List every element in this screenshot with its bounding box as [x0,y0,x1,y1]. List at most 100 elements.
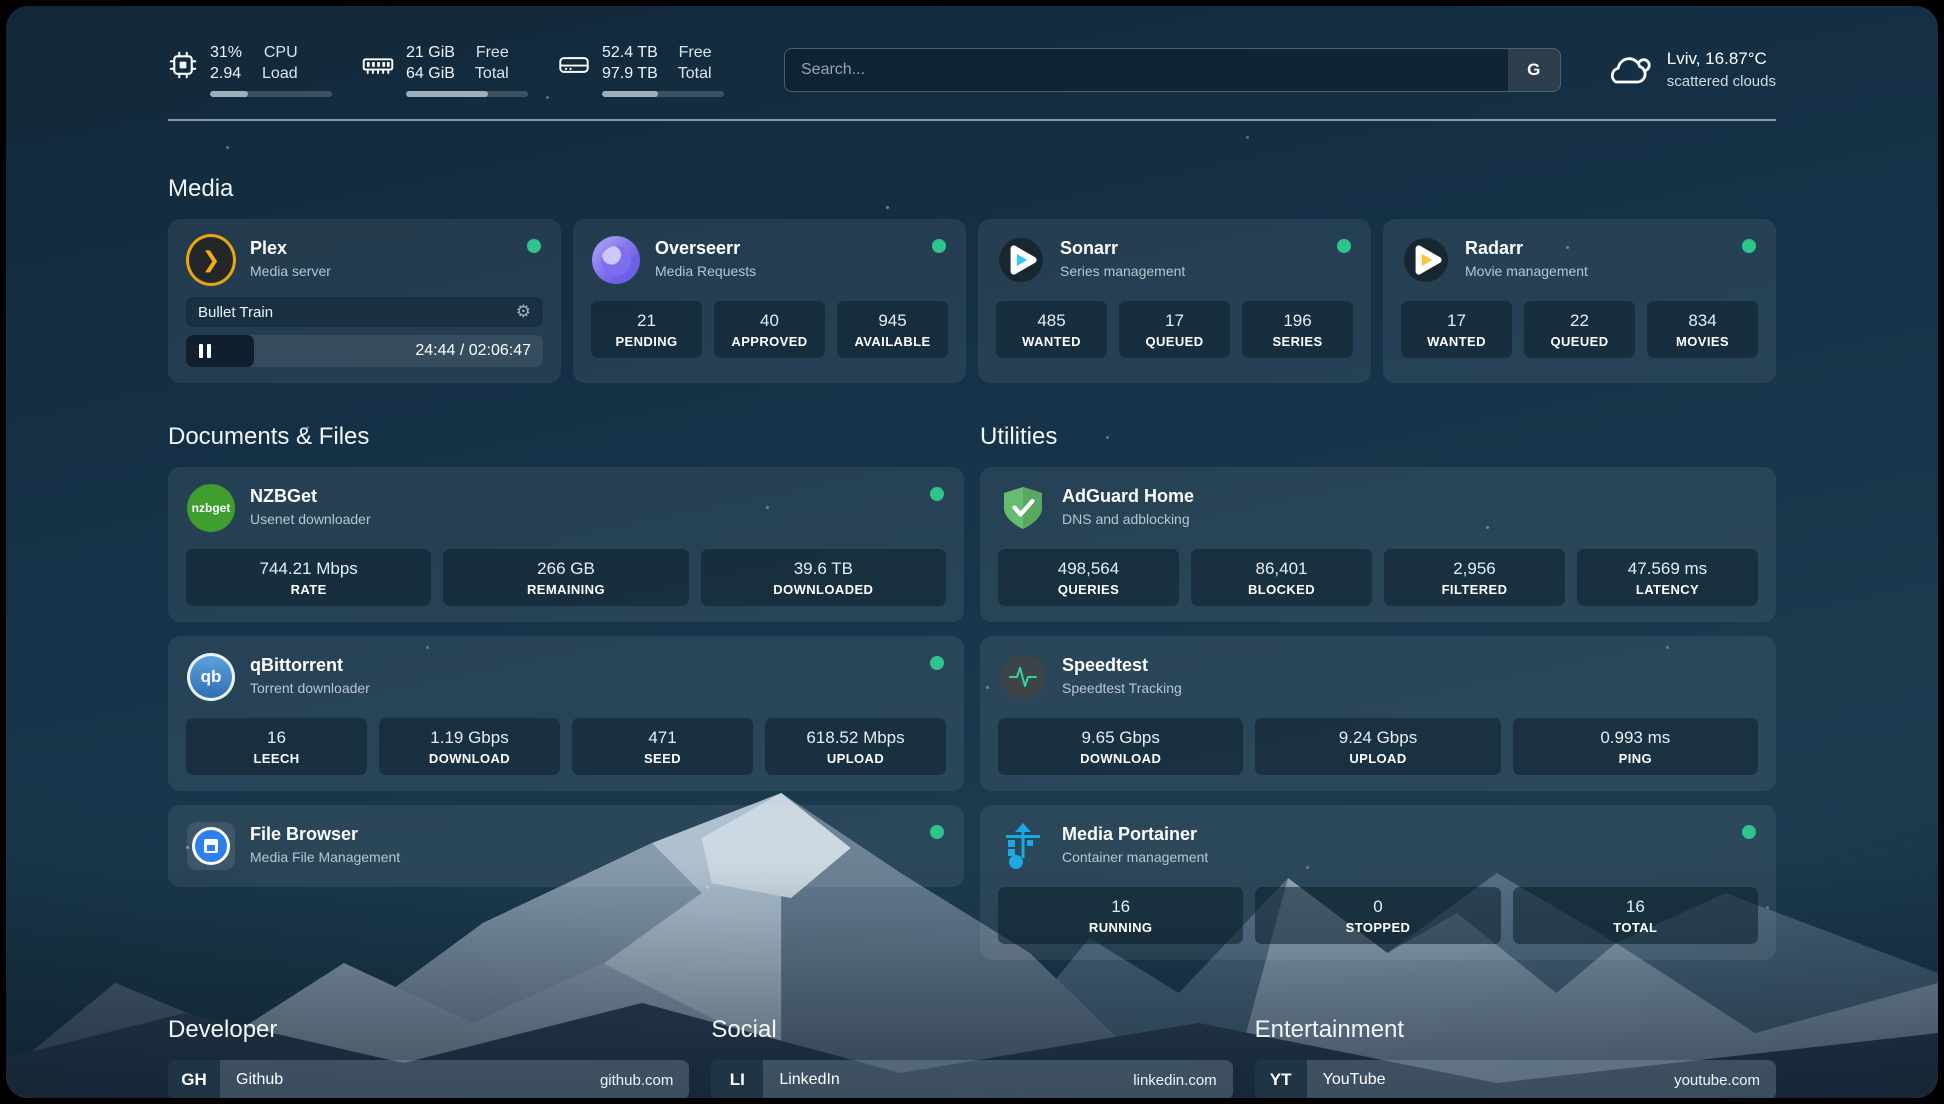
stat-upload: 618.52 Mbps UPLOAD [765,718,946,775]
bookmark-linkedin[interactable]: LI LinkedIn linkedin.com [711,1060,1232,1098]
playback-time: 24:44 / 02:06:47 [415,342,531,360]
bookmark-name: YouTube [1307,1071,1674,1089]
stat-queries: 498,564 QUERIES [998,549,1179,606]
card-sonarr[interactable]: Sonarr Series management 485 WANTED 17 Q… [978,219,1371,383]
card-portainer[interactable]: Media Portainer Container management 16 … [980,805,1776,960]
disk-free-label: Free [678,42,712,63]
search-input[interactable] [785,49,1508,91]
card-overseerr[interactable]: Overseerr Media Requests 21 PENDING 40 A… [573,219,966,383]
status-online-dot [1337,239,1351,253]
playback-progress-bar[interactable]: 24:44 / 02:06:47 [186,335,543,367]
search-engine-button[interactable]: G [1508,49,1560,91]
top-bar: 31% 2.94 CPU Load [168,42,1776,97]
service-desc: Usenet downloader [250,509,371,530]
card-nzbget[interactable]: nzbget NZBGet Usenet downloader 744.21 M… [168,467,964,622]
service-desc: Series management [1060,261,1185,282]
service-desc: Speedtest Tracking [1062,678,1182,699]
section-title-social: Social [711,1016,1232,1044]
portainer-icon [998,821,1048,871]
stat-rate: 744.21 Mbps RATE [186,549,431,606]
cpu-chip-icon [168,50,198,80]
stat-series: 196 SERIES [1242,301,1353,358]
bookmark-url: youtube.com [1674,1072,1776,1089]
search-bar[interactable]: G [784,48,1561,92]
service-desc: Container management [1062,847,1208,868]
bookmark-youtube[interactable]: YT YouTube youtube.com [1255,1060,1776,1098]
section-title-entertainment: Entertainment [1255,1016,1776,1044]
sonarr-icon [996,235,1046,285]
service-name: qBittorrent [250,655,370,676]
service-desc: Movie management [1465,261,1588,282]
status-online-dot [930,656,944,670]
disk-progress-bar [602,91,724,97]
status-online-dot [930,825,944,839]
nzbget-icon: nzbget [186,483,236,533]
stat-download: 1.19 Gbps DOWNLOAD [379,718,560,775]
bookmark-group-social: Social LI LinkedIn linkedin.com TW Twitt… [711,1016,1232,1098]
stat-filtered: 2,956 FILTERED [1384,549,1565,606]
card-radarr[interactable]: Radarr Movie management 17 WANTED 22 QUE… [1383,219,1776,383]
memory-total-label: Total [475,63,509,84]
status-online-dot [930,487,944,501]
settings-gear-icon[interactable]: ⚙ [516,302,531,322]
cpu-progress-bar [210,91,332,97]
service-name: Speedtest [1062,655,1182,676]
section-title-utilities: Utilities [980,423,1776,451]
stat-seed: 471 SEED [572,718,753,775]
stat-available: 945 AVAILABLE [837,301,948,358]
service-name: File Browser [250,824,400,845]
stat-leech: 16 LEECH [186,718,367,775]
status-online-dot [527,239,541,253]
stat-movies: 834 MOVIES [1647,301,1758,358]
card-adguard[interactable]: AdGuard Home DNS and adblocking 498,564 … [980,467,1776,622]
service-desc: DNS and adblocking [1062,509,1194,530]
bookmark-github[interactable]: GH Github github.com [168,1060,689,1098]
service-name: Overseerr [655,238,756,259]
now-playing-title: Bullet Train [198,304,273,321]
bookmark-abbr: GH [168,1060,220,1098]
stat-upload: 9.24 Gbps UPLOAD [1255,718,1500,775]
stat-approved: 40 APPROVED [714,301,825,358]
service-desc: Torrent downloader [250,678,370,699]
section-title-documents: Documents & Files [168,423,964,451]
weather-location: Lviv, 16.87°C [1667,47,1776,70]
bookmark-abbr: YT [1255,1060,1307,1098]
stat-downloaded: 39.6 TB DOWNLOADED [701,549,946,606]
status-online-dot [932,239,946,253]
stat-total: 16 TOTAL [1513,887,1758,944]
service-desc: Media server [250,261,331,282]
bookmark-name: Github [220,1071,600,1089]
card-speedtest[interactable]: Speedtest Speedtest Tracking 9.65 Gbps D… [980,636,1776,791]
card-qbittorrent[interactable]: qb qBittorrent Torrent downloader 16 [168,636,964,791]
pause-icon[interactable] [199,344,211,358]
stat-queued: 22 QUEUED [1524,301,1635,358]
stat-download: 9.65 Gbps DOWNLOAD [998,718,1243,775]
card-filebrowser[interactable]: File Browser Media File Management [168,805,964,887]
disk-total-value: 97.9 TB [602,63,658,84]
service-name: NZBGet [250,486,371,507]
speedtest-icon [998,652,1048,702]
adguard-icon [998,483,1048,533]
section-title-media: Media [168,175,1776,203]
bookmark-group-developer: Developer GH Github github.com SO StackO… [168,1016,689,1098]
disk-widget: 52.4 TB 97.9 TB Free Total [558,42,724,97]
card-plex[interactable]: ❯ Plex Media server Bullet Train ⚙ [168,219,561,383]
stat-running: 16 RUNNING [998,887,1243,944]
service-name: Radarr [1465,238,1588,259]
radarr-icon [1401,235,1451,285]
topbar-divider [168,119,1776,121]
ram-icon [362,50,394,80]
cpu-usage-value: 31% [210,42,242,63]
bookmark-group-entertainment: Entertainment YT YouTube youtube.com NF … [1255,1016,1776,1098]
section-title-developer: Developer [168,1016,689,1044]
stat-remaining: 266 GB REMAINING [443,549,688,606]
qbittorrent-icon: qb [186,652,236,702]
service-desc: Media File Management [250,847,400,868]
stat-queued: 17 QUEUED [1119,301,1230,358]
memory-progress-bar [406,91,528,97]
memory-total-value: 64 GiB [406,63,455,84]
plex-icon: ❯ [186,235,236,285]
memory-free-label: Free [475,42,509,63]
overseerr-icon [591,235,641,285]
disk-free-value: 52.4 TB [602,42,658,63]
